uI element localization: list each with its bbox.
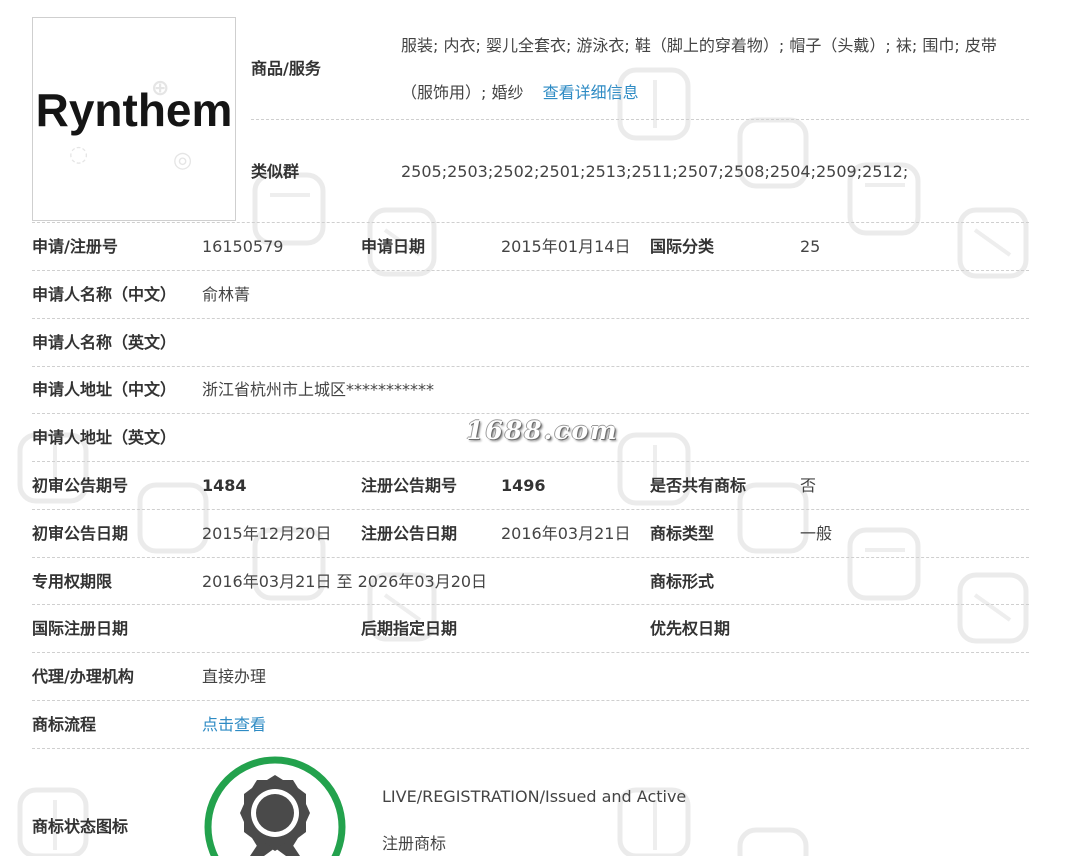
reg-date-label: 注册公告日期	[361, 524, 458, 543]
exclusive-period-label: 专用权期限	[32, 572, 113, 591]
divider	[32, 557, 1029, 558]
goods-value: 服装; 内衣; 婴儿全套衣; 游泳衣; 鞋（脚上的穿着物）; 帽子（头戴）; 袜…	[401, 22, 1031, 116]
later-date-label: 后期指定日期	[361, 619, 458, 638]
status-text-cn: 注册商标	[382, 834, 447, 853]
goods-label: 商品/服务	[251, 59, 321, 78]
tm-type-label: 商标类型	[650, 524, 715, 543]
goods-text-line2: （服饰用）; 婚纱 查看详细信息	[401, 69, 1031, 116]
priority-date-label: 优先权日期	[650, 619, 731, 638]
intl-reg-date-label: 国际注册日期	[32, 619, 129, 638]
agent-value: 直接办理	[202, 667, 267, 686]
divider	[32, 700, 1029, 701]
reg-no-value: 16150579	[202, 237, 284, 256]
divider	[32, 270, 1029, 271]
logo-watermark-glyph: ◌	[69, 142, 89, 167]
agent-label: 代理/办理机构	[32, 667, 134, 686]
goods-text-line2-text: （服饰用）; 婚纱	[401, 83, 524, 102]
applicant-cn-label: 申请人名称（中文）	[32, 285, 177, 304]
apply-date-label: 申请日期	[361, 237, 426, 256]
status-text-en: LIVE/REGISTRATION/Issued and Active	[382, 787, 687, 806]
tm-form-label: 商标形式	[650, 572, 715, 591]
divider	[32, 604, 1029, 605]
applicant-cn-value: 俞林菁	[202, 285, 251, 304]
address-cn-value: 浙江省杭州市上城区***********	[202, 380, 435, 399]
divider	[32, 509, 1029, 510]
exclusive-period-value: 2016年03月21日 至 2026年03月20日	[202, 572, 488, 591]
reg-issue-label: 注册公告期号	[361, 476, 458, 495]
reg-no-label: 申请/注册号	[32, 237, 118, 256]
prelim-issue-value: 1484	[202, 476, 247, 495]
apply-date-value: 2015年01月14日	[501, 237, 631, 256]
divider	[32, 222, 1029, 223]
prelim-date-label: 初审公告日期	[32, 524, 129, 543]
divider	[32, 318, 1029, 319]
divider	[32, 366, 1029, 367]
status-icon-label: 商标状态图标	[32, 817, 129, 836]
intl-class-label: 国际分类	[650, 237, 715, 256]
shared-value: 否	[800, 476, 817, 495]
intl-class-value: 25	[800, 237, 821, 256]
address-cn-label: 申请人地址（中文）	[32, 380, 177, 399]
trademark-logo-text: Rynthem	[35, 84, 233, 136]
similar-group-value: 2505;2503;2502;2501;2513;2511;2507;2508;…	[401, 162, 909, 181]
shared-label: 是否共有商标	[650, 476, 747, 495]
reg-date-value: 2016年03月21日	[501, 524, 631, 543]
divider	[32, 652, 1029, 653]
prelim-date-value: 2015年12月20日	[202, 524, 332, 543]
process-label: 商标流程	[32, 715, 97, 734]
goods-detail-link[interactable]: 查看详细信息	[543, 83, 639, 102]
site-watermark: 1688.com	[466, 416, 619, 445]
applicant-en-label: 申请人名称（英文）	[32, 333, 177, 352]
tm-type-value: 一般	[800, 524, 833, 543]
divider	[32, 413, 1029, 414]
similar-group-label: 类似群	[251, 162, 300, 181]
process-link[interactable]: 点击查看	[202, 714, 266, 736]
address-en-label: 申请人地址（英文）	[32, 428, 177, 447]
divider	[32, 461, 1029, 462]
trademark-logo-image: ⊕ ◌ ◎ Rynthem	[32, 17, 236, 221]
goods-text-line1: 服装; 内衣; 婴儿全套衣; 游泳衣; 鞋（脚上的穿着物）; 帽子（头戴）; 袜…	[401, 36, 997, 55]
divider	[32, 748, 1029, 749]
divider	[251, 119, 1029, 120]
prelim-issue-label: 初审公告期号	[32, 476, 129, 495]
logo-watermark-glyph: ◎	[173, 148, 193, 173]
registered-status-icon	[204, 756, 346, 856]
reg-issue-value: 1496	[501, 476, 546, 495]
